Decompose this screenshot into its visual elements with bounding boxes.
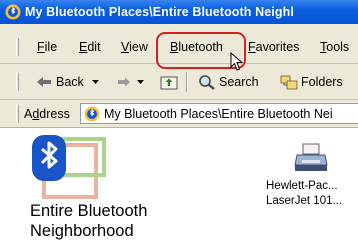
toolbar-grip[interactable]	[16, 73, 19, 91]
search-icon	[199, 75, 215, 90]
address-label: Address	[24, 107, 70, 121]
menu-edit-label: dit	[87, 40, 101, 54]
folders-button[interactable]: Folders	[280, 73, 343, 91]
forward-dropdown-icon[interactable]	[137, 79, 144, 85]
menu-edit[interactable]: Edit	[79, 40, 101, 55]
back-arrow-icon	[37, 77, 51, 87]
menu-view-label: iew	[129, 40, 148, 54]
folder-up-icon	[160, 76, 178, 90]
search-button[interactable]: Search	[198, 73, 259, 91]
forward-button[interactable]	[117, 73, 144, 91]
title-bar[interactable]: My Bluetooth Places\Entire Bluetooth Nei…	[0, 0, 358, 24]
menu-tools[interactable]: Tools	[320, 40, 349, 55]
address-input[interactable]: My Bluetooth Places\Entire Bluetooth Nei	[80, 103, 358, 124]
address-label-suffix: dress	[39, 107, 70, 121]
folder-title-line1: Entire Bluetooth	[30, 202, 148, 220]
folder-content: Entire Bluetooth Neighborhood Hewlett-Pa…	[0, 129, 358, 252]
menu-file-mnemonic: F	[37, 40, 45, 54]
bluetooth-places-icon	[5, 4, 21, 20]
menubar-grip[interactable]	[16, 38, 19, 56]
menu-view-mnemonic: V	[121, 40, 130, 54]
toolbar-separator	[186, 72, 188, 92]
window-title: My Bluetooth Places\Entire Bluetooth Nei…	[25, 5, 294, 19]
back-dropdown-icon[interactable]	[91, 79, 99, 85]
menu-bluetooth[interactable]: Bluetooth	[170, 40, 223, 55]
folders-label: Folders	[301, 75, 343, 89]
explorer-window: My Bluetooth Places\Entire Bluetooth Nei…	[0, 0, 358, 252]
menu-favorites-mnemonic: F	[248, 40, 256, 54]
addressbar-grip[interactable]	[16, 105, 19, 123]
forward-arrow-icon	[118, 77, 130, 87]
printer-icon	[294, 143, 328, 171]
bluetooth-neighborhood-icon	[32, 135, 106, 199]
standard-toolbar: Back Search Folders	[0, 64, 358, 100]
address-bar: Address My Bluetooth Places\Entire Bluet…	[0, 100, 358, 128]
address-value: My Bluetooth Places\Entire Bluetooth Nei	[104, 106, 333, 121]
folder-title: Entire Bluetooth Neighborhood	[30, 201, 230, 241]
menu-file[interactable]: File	[37, 40, 57, 55]
folders-icon	[280, 75, 298, 90]
menu-bar: File Edit View Bluetooth Favorites Tools	[0, 24, 358, 64]
menu-favorites-label: avorites	[255, 40, 300, 54]
up-button[interactable]	[160, 73, 178, 91]
menu-view[interactable]: View	[121, 40, 148, 55]
device-label-line1: Hewlett-Pac...	[266, 180, 338, 192]
menu-bluetooth-label: luetooth	[178, 40, 223, 54]
search-label: Search	[219, 75, 259, 89]
folder-title-line2: Neighborhood	[30, 222, 134, 240]
bluetooth-places-icon	[84, 106, 100, 121]
device-item[interactable]: Hewlett-Pac... LaserJet 101...	[266, 143, 358, 208]
menu-tools-label: ools	[326, 40, 350, 54]
back-label: Back	[56, 75, 84, 89]
menu-file-label: ile	[44, 40, 58, 54]
device-label-line2: LaserJet 101...	[266, 195, 343, 207]
back-button[interactable]: Back	[36, 73, 99, 91]
menu-favorites[interactable]: Favorites	[248, 40, 299, 55]
